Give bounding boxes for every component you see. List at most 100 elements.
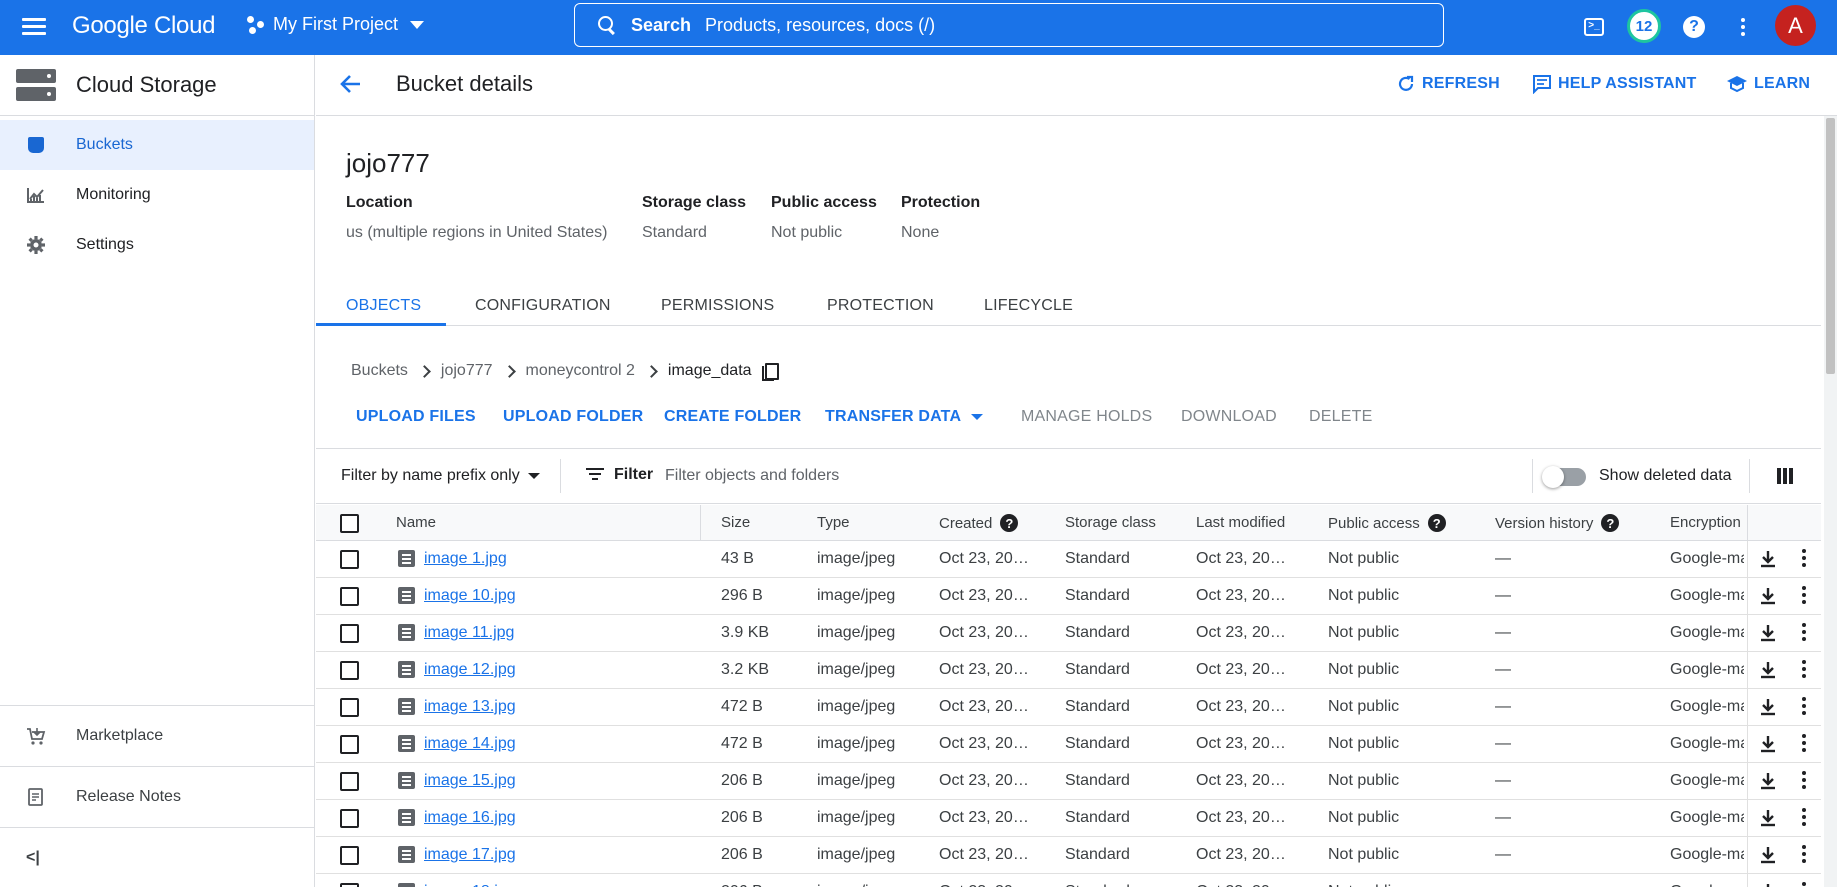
more-options-icon[interactable] xyxy=(1801,771,1807,791)
download-icon[interactable] xyxy=(1759,734,1777,754)
object-name-link[interactable]: image 1.jpg xyxy=(424,550,507,568)
sidebar-item-marketplace[interactable]: Marketplace xyxy=(0,705,314,766)
download-icon[interactable] xyxy=(1759,586,1777,606)
tab-permissions[interactable]: PERMISSIONS xyxy=(661,297,774,315)
sidebar-item-monitoring[interactable]: Monitoring xyxy=(0,170,314,220)
scrollbar-thumb[interactable] xyxy=(1826,118,1835,374)
breadcrumb-buckets[interactable]: Buckets xyxy=(351,362,408,380)
object-name-link[interactable]: image 11.jpg xyxy=(424,624,514,642)
table-row[interactable]: image 18.jpg 206 B image/jpeg Oct 23, 20… St… xyxy=(316,874,1821,887)
vertical-scrollbar[interactable] xyxy=(1824,116,1837,887)
object-name-link[interactable]: image 17.jpg xyxy=(424,846,516,864)
object-name-link[interactable]: image 12.jpg xyxy=(424,661,516,679)
download-icon[interactable] xyxy=(1759,549,1777,569)
table-row[interactable]: image 17.jpg 206 B image/jpeg Oct 23, 20… St… xyxy=(316,837,1821,874)
more-options-icon[interactable] xyxy=(1801,623,1807,643)
download-icon[interactable] xyxy=(1759,845,1777,865)
tab-protection[interactable]: PROTECTION xyxy=(827,297,934,315)
more-options-icon[interactable] xyxy=(1801,808,1807,828)
row-checkbox[interactable] xyxy=(340,846,359,865)
download-icon[interactable] xyxy=(1759,882,1777,887)
more-options-icon[interactable] xyxy=(1801,882,1807,887)
row-checkbox[interactable] xyxy=(340,735,359,754)
search-bar[interactable]: Search Products, resources, docs (/) xyxy=(574,3,1444,47)
row-checkbox[interactable] xyxy=(340,587,359,606)
object-name-link[interactable]: image 15.jpg xyxy=(424,772,516,790)
download-button[interactable]: DOWNLOAD xyxy=(1181,408,1277,426)
download-icon[interactable] xyxy=(1759,808,1777,828)
download-icon[interactable] xyxy=(1759,660,1777,680)
create-folder-button[interactable]: CREATE FOLDER xyxy=(664,408,801,426)
download-icon[interactable] xyxy=(1759,771,1777,791)
column-last-modified[interactable]: Last modified xyxy=(1196,514,1285,531)
column-created[interactable]: Created? xyxy=(939,514,1019,532)
filter-input[interactable]: Filter objects and folders xyxy=(665,467,839,485)
table-row[interactable]: image 12.jpg 3.2 KB image/jpeg Oct 23, 20… S… xyxy=(316,652,1821,689)
sidebar-item-buckets[interactable]: Buckets xyxy=(0,120,314,170)
more-options-icon[interactable] xyxy=(1801,845,1807,865)
more-options-icon[interactable] xyxy=(1801,660,1807,680)
row-checkbox[interactable] xyxy=(340,661,359,680)
column-type[interactable]: Type xyxy=(817,514,850,531)
filter-button[interactable]: Filter xyxy=(586,466,653,484)
breadcrumb-folder[interactable]: moneycontrol 2 xyxy=(526,362,635,380)
upload-folder-button[interactable]: UPLOAD FOLDER xyxy=(503,408,643,426)
more-options-icon[interactable] xyxy=(1801,549,1807,569)
row-checkbox[interactable] xyxy=(340,883,359,887)
row-checkbox[interactable] xyxy=(340,624,359,643)
object-name-link[interactable]: image 18.jpg xyxy=(424,883,516,887)
google-cloud-logo[interactable]: Google Cloud xyxy=(72,12,215,40)
column-encryption[interactable]: Encryption xyxy=(1670,514,1741,531)
table-row[interactable]: image 13.jpg 472 B image/jpeg Oct 23, 20… St… xyxy=(316,689,1821,726)
learn-button[interactable]: LEARN xyxy=(1726,74,1810,94)
help-icon[interactable]: ? xyxy=(1427,514,1446,532)
more-options-icon[interactable] xyxy=(1801,586,1807,606)
refresh-button[interactable]: REFRESH xyxy=(1396,74,1500,94)
delete-button[interactable]: DELETE xyxy=(1309,408,1372,426)
table-row[interactable]: image 14.jpg 472 B image/jpeg Oct 23, 20… St… xyxy=(316,726,1821,763)
download-icon[interactable] xyxy=(1759,697,1777,717)
table-row[interactable]: image 16.jpg 206 B image/jpeg Oct 23, 20… St… xyxy=(316,800,1821,837)
more-options-icon[interactable] xyxy=(1801,734,1807,754)
back-arrow-icon[interactable] xyxy=(338,71,364,97)
project-picker[interactable]: My First Project xyxy=(247,14,425,35)
help-icon[interactable]: ? xyxy=(1679,12,1709,42)
table-row[interactable]: image 15.jpg 206 B image/jpeg Oct 23, 20… St… xyxy=(316,763,1821,800)
more-options-icon[interactable] xyxy=(1801,697,1807,717)
tab-objects[interactable]: OBJECTS xyxy=(346,297,421,315)
row-checkbox[interactable] xyxy=(340,698,359,717)
column-storage-class[interactable]: Storage class xyxy=(1065,514,1156,531)
table-row[interactable]: image 11.jpg 3.9 KB image/jpeg Oct 23, 20… S… xyxy=(316,615,1821,652)
help-assistant-button[interactable]: HELP ASSISTANT xyxy=(1532,74,1697,94)
sidebar-item-settings[interactable]: Settings xyxy=(0,220,314,270)
manage-holds-button[interactable]: MANAGE HOLDS xyxy=(1021,408,1152,426)
upload-files-button[interactable]: UPLOAD FILES xyxy=(356,408,476,426)
object-name-link[interactable]: image 13.jpg xyxy=(424,698,516,716)
breadcrumb-bucket[interactable]: jojo777 xyxy=(441,362,493,380)
main-menu-icon[interactable] xyxy=(20,14,48,42)
help-icon[interactable]: ? xyxy=(1000,514,1019,532)
row-checkbox[interactable] xyxy=(340,809,359,828)
notifications-badge[interactable]: 12 xyxy=(1627,9,1661,43)
column-display-icon[interactable] xyxy=(1777,468,1793,484)
object-name-link[interactable]: image 10.jpg xyxy=(424,587,516,605)
cloud-shell-icon[interactable]: >_ xyxy=(1579,12,1609,42)
tab-lifecycle[interactable]: LIFECYCLE xyxy=(984,297,1073,315)
column-version-history[interactable]: Version history? xyxy=(1495,514,1620,532)
transfer-data-button[interactable]: TRANSFER DATA xyxy=(825,408,984,426)
help-icon[interactable]: ? xyxy=(1601,514,1620,532)
column-size[interactable]: Size xyxy=(721,514,750,531)
table-row[interactable]: image 1.jpg 43 B image/jpeg Oct 23, 20… Stan… xyxy=(316,541,1821,578)
object-name-link[interactable]: image 14.jpg xyxy=(424,735,516,753)
row-checkbox[interactable] xyxy=(340,772,359,791)
avatar[interactable]: A xyxy=(1775,5,1816,46)
tab-configuration[interactable]: CONFIGURATION xyxy=(475,297,611,315)
object-name-link[interactable]: image 16.jpg xyxy=(424,809,516,827)
filter-prefix-dropdown[interactable]: Filter by name prefix only xyxy=(341,467,540,485)
select-all-checkbox[interactable] xyxy=(340,514,359,533)
row-checkbox[interactable] xyxy=(340,550,359,569)
column-name[interactable]: Name xyxy=(396,514,436,531)
column-public-access[interactable]: Public access? xyxy=(1328,514,1446,532)
table-row[interactable]: image 10.jpg 296 B image/jpeg Oct 23, 20… St… xyxy=(316,578,1821,615)
more-options-icon[interactable] xyxy=(1728,12,1758,42)
